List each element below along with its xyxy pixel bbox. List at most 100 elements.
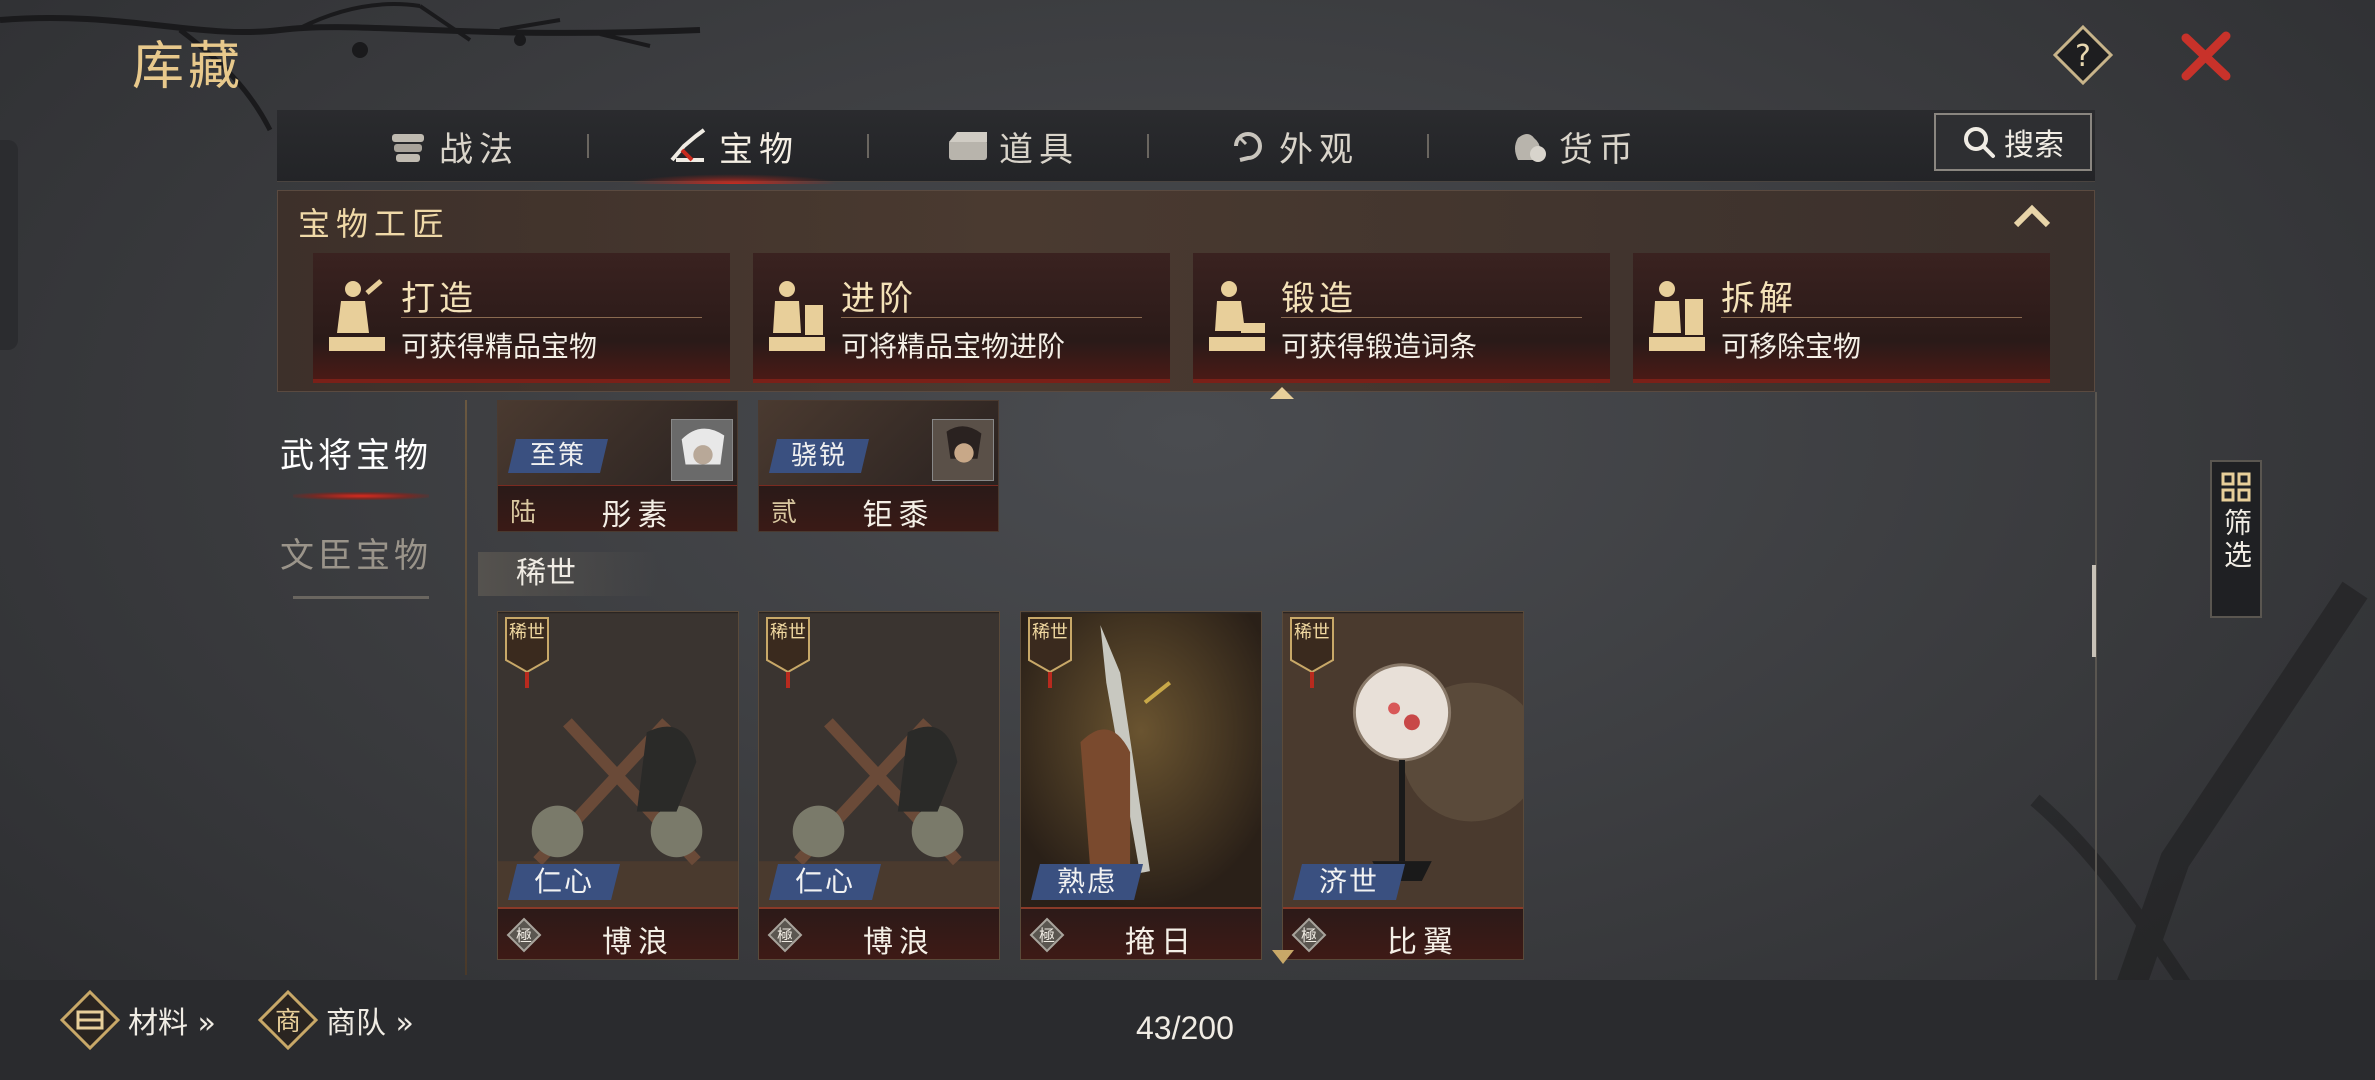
appearance-icon xyxy=(1227,125,1269,167)
craft-desc: 可移除宝物 xyxy=(1721,330,1862,363)
rarity-text: 稀世 xyxy=(770,622,806,643)
materials-button[interactable]: 材料 » xyxy=(60,990,216,1050)
quality-badge-icon: 極 xyxy=(1029,917,1065,953)
craft-dismantle-card[interactable]: 拆解 可移除宝物 xyxy=(1633,253,2050,383)
rarity-badge-icon: 稀世 xyxy=(1290,617,1334,688)
craft-divider xyxy=(1281,317,1582,318)
materials-icon xyxy=(60,990,120,1050)
tab-label: 宝物 xyxy=(719,129,799,170)
list-divider-right xyxy=(2095,392,2097,982)
tab-label: 货币 xyxy=(1559,129,1639,170)
chest-icon xyxy=(947,125,989,167)
treasure-card[interactable]: 稀世 仁心 極 博浪 xyxy=(758,611,1000,960)
treasure-card[interactable]: 稀世 济世 極 比翼 xyxy=(1282,611,1524,960)
coin-bag-icon xyxy=(1507,125,1549,167)
treasure-card-footer: 極 博浪 xyxy=(498,907,738,959)
treasure-card[interactable]: 稀世 熟虑 極 掩日 xyxy=(1020,611,1262,960)
treasure-card-footer: 極 博浪 xyxy=(759,907,999,959)
craft-divider xyxy=(401,317,702,318)
rarity-section-label: 稀世 xyxy=(478,552,658,596)
category-active-indicator xyxy=(293,492,429,500)
filter-button[interactable]: 筛选 xyxy=(2210,460,2262,618)
inventory-counter: 43/200 xyxy=(1136,1010,1234,1046)
rarity-text: 稀世 xyxy=(1032,622,1068,643)
craft-desc: 可获得锻造词条 xyxy=(1281,330,1478,363)
tab-divider xyxy=(867,134,869,158)
craft-name: 进阶 xyxy=(841,279,917,319)
materials-label: 材料 » xyxy=(128,1006,216,1041)
search-label: 搜索 xyxy=(2004,128,2064,163)
tab-tactics[interactable]: 战法 xyxy=(387,110,519,182)
treasure-name: 掩日 xyxy=(1125,925,1197,960)
craft-divider xyxy=(1721,317,2022,318)
tab-label: 战法 xyxy=(439,129,519,170)
page-title: 库藏 xyxy=(132,37,245,97)
treasure-trait-tag: 济世 xyxy=(1293,864,1406,900)
treasure-icon xyxy=(667,125,709,167)
craft-name: 锻造 xyxy=(1281,279,1357,319)
caravan-label: 商队 » xyxy=(326,1006,414,1041)
list-divider-left xyxy=(465,400,467,975)
craft-name: 拆解 xyxy=(1721,279,1797,319)
treasure-card-footer: 極 掩日 xyxy=(1021,907,1261,959)
side-drawer-handle[interactable] xyxy=(0,140,18,350)
treasure-name: 博浪 xyxy=(602,925,674,960)
svg-text:?: ? xyxy=(2075,39,2091,74)
treasure-name: 彤素 xyxy=(601,498,674,532)
craft-advance-card[interactable]: 进阶 可将精品宝物进阶 xyxy=(753,253,1170,383)
panel-pointer-icon xyxy=(1270,387,1294,399)
treasure-card[interactable]: 至策 陆 彤素 xyxy=(497,400,738,532)
treasure-card[interactable]: 稀世 仁心 極 博浪 xyxy=(497,611,739,960)
category-civil-treasure[interactable]: 文臣宝物 xyxy=(280,528,432,577)
craft-panel-title: 宝物工匠 xyxy=(298,205,451,243)
craft-desc: 可获得精品宝物 xyxy=(401,330,598,363)
quality-badge-icon: 極 xyxy=(767,917,803,953)
caravan-button[interactable]: 商 商队 » xyxy=(258,990,414,1050)
treasure-trait-tag: 仁心 xyxy=(508,864,621,900)
rarity-text: 稀世 xyxy=(509,622,545,643)
svg-text:極: 極 xyxy=(777,926,793,945)
craft-smith-card[interactable]: 锻造 可获得锻造词条 xyxy=(1193,253,1610,383)
tab-treasure[interactable]: 宝物 xyxy=(627,110,839,184)
category-divider xyxy=(293,596,429,599)
treasure-card[interactable]: 骁锐 贰 钜黍 xyxy=(758,400,999,532)
craftsman-icon xyxy=(329,279,385,351)
rarity-badge-icon: 稀世 xyxy=(1028,617,1072,688)
svg-text:極: 極 xyxy=(1301,926,1317,945)
close-icon[interactable] xyxy=(2178,28,2234,84)
scroll-down-icon xyxy=(1272,950,1294,964)
category-general-treasure[interactable]: 武将宝物 xyxy=(280,428,432,477)
grid-filter-icon xyxy=(2221,472,2251,502)
treasure-trait-tag: 仁心 xyxy=(769,864,882,900)
craftsman-icon xyxy=(769,281,825,351)
filter-label: 筛选 xyxy=(2220,508,2253,572)
craft-name: 打造 xyxy=(401,279,477,319)
scrollbar-thumb[interactable] xyxy=(2092,565,2096,657)
treasure-name: 博浪 xyxy=(863,925,935,960)
chevron-up-icon[interactable] xyxy=(2012,201,2052,231)
treasure-trait-tag: 熟虑 xyxy=(1031,864,1144,900)
treasure-craftsman-panel: 宝物工匠 打造 可获得精品宝物 进阶 可将精品宝物进阶 锻造 可获得锻造词条 拆… xyxy=(277,190,2095,392)
tab-items[interactable]: 道具 xyxy=(947,110,1079,182)
tab-currency[interactable]: 货币 xyxy=(1507,110,1639,182)
svg-text:極: 極 xyxy=(516,926,532,945)
tab-divider xyxy=(1427,134,1429,158)
blacksmith-icon xyxy=(1209,281,1265,351)
caravan-icon: 商 xyxy=(258,990,318,1050)
tab-label: 外观 xyxy=(1279,129,1359,170)
rarity-badge-icon: 稀世 xyxy=(766,617,810,688)
craft-divider xyxy=(841,317,1142,318)
search-button[interactable]: 搜索 xyxy=(1934,113,2092,171)
craft-forge-card[interactable]: 打造 可获得精品宝物 xyxy=(313,253,730,383)
treasure-trait-tag: 骁锐 xyxy=(769,439,870,473)
rarity-text: 稀世 xyxy=(1294,622,1330,643)
category-tab-bar: 战法 宝物 道具 外观 货币 xyxy=(277,110,2095,184)
tab-appearance[interactable]: 外观 xyxy=(1227,110,1359,182)
treasure-name: 钜黍 xyxy=(862,498,935,532)
dismantle-icon xyxy=(1649,281,1705,351)
general-portrait-icon xyxy=(932,419,994,481)
quality-badge-icon: 極 xyxy=(1291,917,1327,953)
tab-divider xyxy=(587,134,589,158)
help-icon[interactable]: ? xyxy=(2053,25,2113,85)
tab-divider xyxy=(1147,134,1149,158)
